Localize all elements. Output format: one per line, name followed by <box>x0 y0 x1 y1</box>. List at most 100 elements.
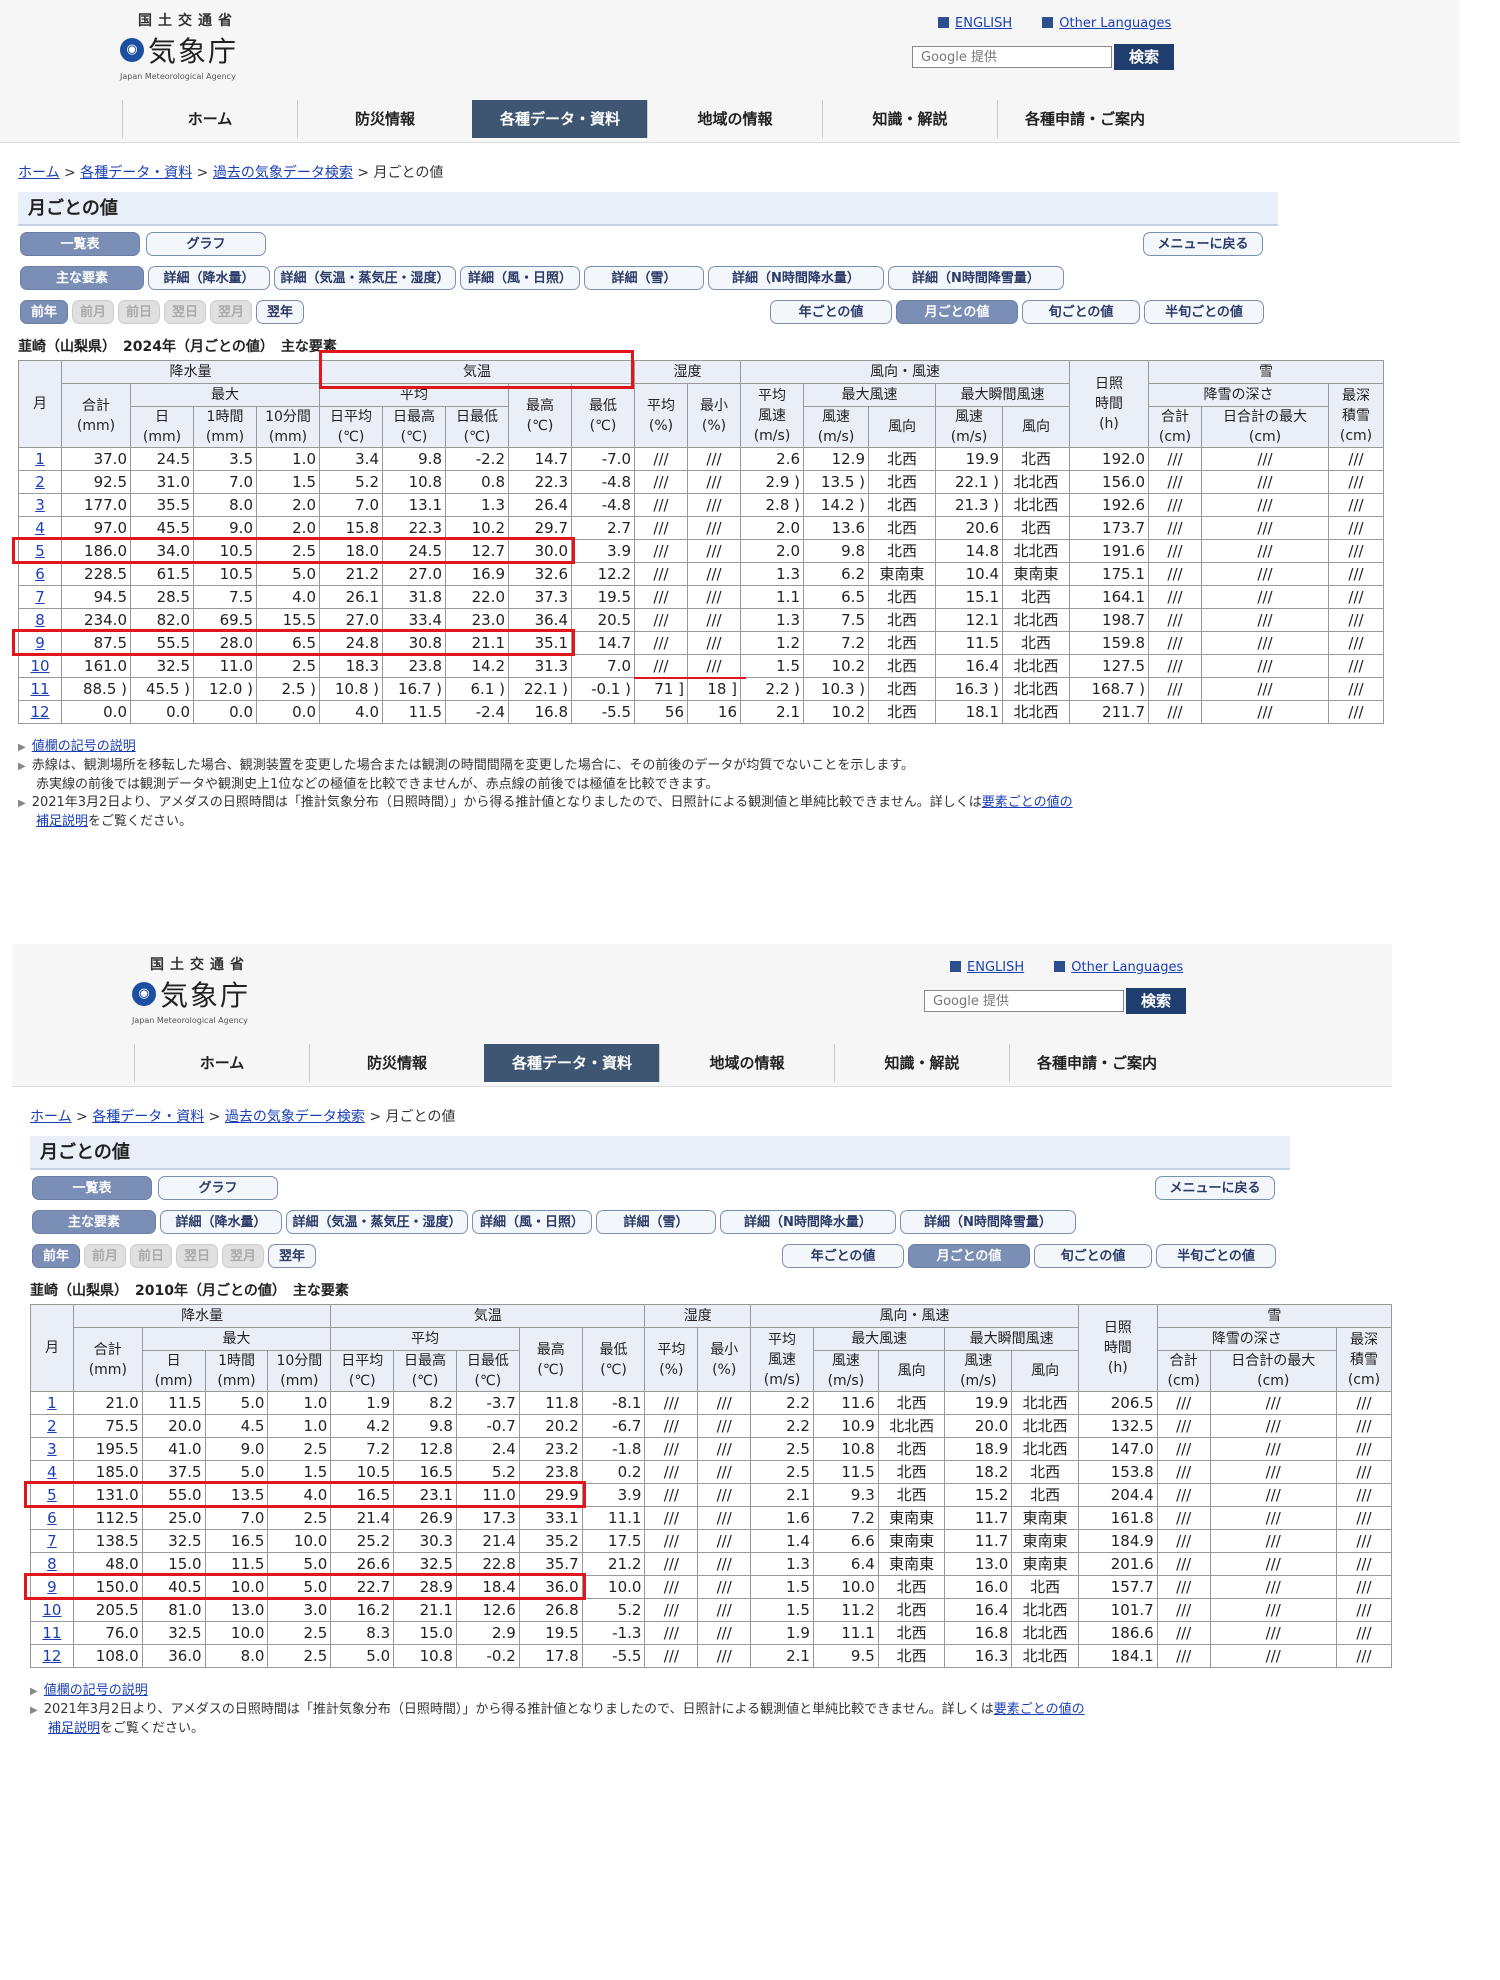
month-link[interactable]: 8 <box>35 611 45 629</box>
symbol-legend-link[interactable]: 値欄の記号の説明 <box>32 739 136 754</box>
month-link[interactable]: 7 <box>35 588 45 606</box>
nav-applications[interactable]: 各種申請・ご案内 <box>1009 1044 1184 1082</box>
data-cell: /// <box>687 539 741 563</box>
tab-monthly[interactable]: 月ごとの値 <box>896 300 1018 324</box>
month-link[interactable]: 4 <box>47 1463 57 1481</box>
data-cell: 1.1 <box>740 585 804 609</box>
tab-detail-n-hour-snow[interactable]: 詳細（N時間降雪量） <box>888 266 1064 290</box>
data-cell: 北西 <box>877 1460 946 1484</box>
tab-detail-temp[interactable]: 詳細（気温・蒸気圧・湿度） <box>286 1210 468 1234</box>
tab-monthly[interactable]: 月ごとの値 <box>908 1244 1030 1268</box>
tab-detail-precip[interactable]: 詳細（降水量） <box>160 1210 282 1234</box>
breadcrumb-past-search[interactable]: 過去の気象データ検索 <box>213 165 353 181</box>
month-link[interactable]: 1 <box>35 450 45 468</box>
tab-dekad[interactable]: 旬ごとの値 <box>1034 1244 1152 1268</box>
tab-pentad[interactable]: 半旬ごとの値 <box>1144 300 1264 324</box>
tab-main-elements[interactable]: 主な要素 <box>20 266 144 290</box>
breadcrumb-data[interactable]: 各種データ・資料 <box>80 165 192 181</box>
english-link[interactable]: ENGLISH <box>967 960 1024 975</box>
breadcrumb-home[interactable]: ホーム <box>18 165 60 181</box>
col-max-wind-dir: 風向 <box>877 1350 946 1392</box>
nav-applications[interactable]: 各種申請・ご案内 <box>997 100 1172 138</box>
month-link[interactable]: 7 <box>47 1532 57 1550</box>
tab-detail-n-hour-snow[interactable]: 詳細（N時間降雪量） <box>900 1210 1076 1234</box>
search-input[interactable]: Google 提供 <box>924 990 1124 1012</box>
month-link[interactable]: 4 <box>35 519 45 537</box>
back-to-menu-button[interactable]: メニューに戻る <box>1143 232 1263 256</box>
month-link[interactable]: 8 <box>47 1555 57 1573</box>
tab-graph[interactable]: グラフ <box>146 232 266 256</box>
supplement-link[interactable]: 要素ごとの値の <box>982 795 1073 810</box>
month-link[interactable]: 9 <box>47 1578 57 1596</box>
english-link[interactable]: ENGLISH <box>955 16 1012 31</box>
month-link[interactable]: 12 <box>42 1647 61 1665</box>
month-link[interactable]: 1 <box>47 1394 57 1412</box>
back-to-menu-button[interactable]: メニューに戻る <box>1155 1176 1275 1200</box>
breadcrumb-home[interactable]: ホーム <box>30 1109 72 1125</box>
tab-list[interactable]: 一覧表 <box>32 1176 152 1200</box>
nav-data[interactable]: 各種データ・資料 <box>484 1044 659 1082</box>
tab-detail-n-hour-precip[interactable]: 詳細（N時間降水量） <box>708 266 884 290</box>
data-cell: 150.0 <box>72 1575 143 1599</box>
tab-detail-precip[interactable]: 詳細（降水量） <box>148 266 270 290</box>
data-cell: 195.5 <box>72 1437 143 1461</box>
month-link[interactable]: 11 <box>42 1624 61 1642</box>
jma-logo[interactable]: 国土交通省 ◉ 気象庁 Japan Meteorological Agency <box>120 10 280 81</box>
tab-detail-temp[interactable]: 詳細（気温・蒸気圧・湿度） <box>274 266 456 290</box>
search-button[interactable]: 検索 <box>1114 44 1174 70</box>
tab-detail-snow[interactable]: 詳細（雪） <box>596 1210 716 1234</box>
tab-dekad[interactable]: 旬ごとの値 <box>1022 300 1140 324</box>
jma-logo[interactable]: 国土交通省 ◉ 気象庁 Japan Meteorological Agency <box>132 954 292 1025</box>
tab-detail-n-hour-precip[interactable]: 詳細（N時間降水量） <box>720 1210 896 1234</box>
month-link[interactable]: 6 <box>47 1509 57 1527</box>
month-link[interactable]: 3 <box>47 1440 57 1458</box>
tab-detail-wind[interactable]: 詳細（風・日照） <box>460 266 580 290</box>
month-link[interactable]: 11 <box>30 680 49 698</box>
supplement-link[interactable]: 要素ごとの値の <box>994 1702 1085 1717</box>
nav-knowledge[interactable]: 知識・解説 <box>834 1044 1009 1082</box>
month-link[interactable]: 12 <box>30 703 49 721</box>
symbol-legend-link[interactable]: 値欄の記号の説明 <box>44 1683 148 1698</box>
nav-data[interactable]: 各種データ・資料 <box>472 100 647 138</box>
month-link[interactable]: 6 <box>35 565 45 583</box>
data-cell: 北北西 <box>1011 1414 1079 1438</box>
tab-detail-wind[interactable]: 詳細（風・日照） <box>472 1210 592 1234</box>
supplement-link-2[interactable]: 補足説明 <box>48 1721 100 1736</box>
tab-graph[interactable]: グラフ <box>158 1176 278 1200</box>
search-button[interactable]: 検索 <box>1126 988 1186 1014</box>
month-link[interactable]: 2 <box>47 1417 57 1435</box>
next-year-button[interactable]: 翌年 <box>256 300 304 324</box>
tab-pentad[interactable]: 半旬ごとの値 <box>1156 1244 1276 1268</box>
data-cell: /// <box>1156 1414 1211 1438</box>
month-link[interactable]: 2 <box>35 473 45 491</box>
month-link[interactable]: 10 <box>42 1601 61 1619</box>
nav-knowledge[interactable]: 知識・解説 <box>822 100 997 138</box>
prev-year-button[interactable]: 前年 <box>20 300 68 324</box>
nav-regional[interactable]: 地域の情報 <box>647 100 822 138</box>
breadcrumb-past-search[interactable]: 過去の気象データ検索 <box>225 1109 365 1125</box>
month-link[interactable]: 10 <box>30 657 49 675</box>
search-input[interactable]: Google 提供 <box>912 46 1112 68</box>
tab-list[interactable]: 一覧表 <box>20 232 140 256</box>
nav-home[interactable]: ホーム <box>122 100 297 138</box>
next-year-button[interactable]: 翌年 <box>268 1244 316 1268</box>
month-link[interactable]: 3 <box>35 496 45 514</box>
tab-yearly[interactable]: 年ごとの値 <box>770 300 892 324</box>
tab-yearly[interactable]: 年ごとの値 <box>782 1244 904 1268</box>
nav-disaster-info[interactable]: 防災情報 <box>309 1044 484 1082</box>
breadcrumb-data[interactable]: 各種データ・資料 <box>92 1109 204 1125</box>
nav-home[interactable]: ホーム <box>134 1044 309 1082</box>
data-cell: /// <box>697 1506 752 1530</box>
col-precip-total: 合計 (mm) <box>61 383 131 448</box>
other-languages-link[interactable]: Other Languages <box>1059 16 1171 31</box>
month-link[interactable]: 9 <box>35 634 45 652</box>
prev-year-button[interactable]: 前年 <box>32 1244 80 1268</box>
month-link[interactable]: 5 <box>35 542 45 560</box>
month-link[interactable]: 5 <box>47 1486 57 1504</box>
supplement-link-2[interactable]: 補足説明 <box>36 814 88 829</box>
tab-main-elements[interactable]: 主な要素 <box>32 1210 156 1234</box>
other-languages-link[interactable]: Other Languages <box>1071 960 1183 975</box>
nav-regional[interactable]: 地域の情報 <box>659 1044 834 1082</box>
nav-disaster-info[interactable]: 防災情報 <box>297 100 472 138</box>
tab-detail-snow[interactable]: 詳細（雪） <box>584 266 704 290</box>
